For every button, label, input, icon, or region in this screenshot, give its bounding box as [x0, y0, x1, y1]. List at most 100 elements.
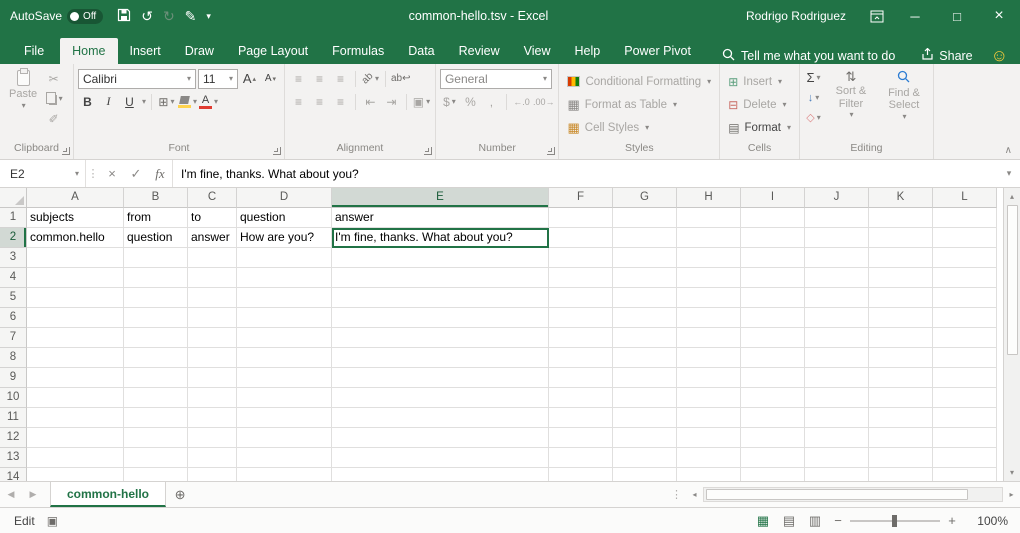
tab-help[interactable]: Help	[563, 38, 613, 64]
insert-function-button[interactable]: fx	[148, 160, 172, 187]
clear-button[interactable]: ◇▾	[804, 108, 823, 127]
cell-B14[interactable]	[124, 468, 188, 481]
cell-F14[interactable]	[549, 468, 613, 481]
cell-D6[interactable]	[237, 308, 332, 328]
cell-I13[interactable]	[741, 448, 805, 468]
shrink-font-button[interactable]: A▾	[261, 69, 280, 88]
cell-B12[interactable]	[124, 428, 188, 448]
cell-K6[interactable]	[869, 308, 933, 328]
cell-K7[interactable]	[869, 328, 933, 348]
zoom-level[interactable]: 100%	[962, 514, 1008, 528]
row-header-7[interactable]: 7	[0, 328, 27, 348]
cell-C13[interactable]	[188, 448, 237, 468]
cell-C3[interactable]	[188, 248, 237, 268]
macro-record-icon[interactable]: ▣	[47, 514, 58, 528]
copy-button[interactable]: ▾	[44, 89, 63, 108]
vertical-scroll-thumb[interactable]	[1007, 205, 1018, 355]
sheet-nav-left-icon[interactable]: ◀	[0, 489, 22, 500]
cell-A5[interactable]	[27, 288, 124, 308]
cell-G1[interactable]	[613, 208, 677, 228]
cell-H11[interactable]	[677, 408, 741, 428]
horizontal-scrollbar[interactable]: ◂ ▸	[686, 482, 1020, 507]
align-right-button[interactable]: ≡	[331, 92, 350, 111]
cell-C7[interactable]	[188, 328, 237, 348]
cell-K2[interactable]	[869, 228, 933, 248]
cell-A8[interactable]	[27, 348, 124, 368]
cell-J2[interactable]	[805, 228, 869, 248]
cell-C14[interactable]	[188, 468, 237, 481]
cell-A3[interactable]	[27, 248, 124, 268]
scroll-down-icon[interactable]: ▾	[1004, 464, 1020, 481]
align-top-button[interactable]: ≡	[289, 69, 308, 88]
cell-E13[interactable]	[332, 448, 549, 468]
cell-L4[interactable]	[933, 268, 997, 288]
cell-L3[interactable]	[933, 248, 997, 268]
sheet-tab-common-hello[interactable]: common-hello	[50, 482, 166, 507]
cell-L8[interactable]	[933, 348, 997, 368]
clipboard-dialog-launcher-icon[interactable]	[62, 147, 70, 155]
tab-home[interactable]: Home	[60, 38, 117, 64]
cell-B9[interactable]	[124, 368, 188, 388]
italic-button[interactable]: I	[99, 92, 118, 111]
maximize-button[interactable]: □	[936, 0, 978, 32]
tell-me-search[interactable]: Tell me what you want to do	[722, 48, 895, 64]
cell-F12[interactable]	[549, 428, 613, 448]
cell-B1[interactable]: from	[124, 208, 188, 228]
ribbon-display-options-icon[interactable]	[860, 0, 894, 32]
row-header-1[interactable]: 1	[0, 208, 27, 228]
new-sheet-button[interactable]: ⊕	[166, 487, 194, 503]
cell-F7[interactable]	[549, 328, 613, 348]
cell-B6[interactable]	[124, 308, 188, 328]
cell-K1[interactable]	[869, 208, 933, 228]
column-header-J[interactable]: J	[805, 188, 869, 208]
cell-D10[interactable]	[237, 388, 332, 408]
tab-data[interactable]: Data	[396, 38, 446, 64]
wrap-text-button[interactable]: ab↩	[391, 69, 411, 88]
column-header-A[interactable]: A	[27, 188, 124, 208]
cell-A6[interactable]	[27, 308, 124, 328]
cell-H3[interactable]	[677, 248, 741, 268]
cell-E8[interactable]	[332, 348, 549, 368]
cell-D3[interactable]	[237, 248, 332, 268]
name-box[interactable]: E2 ▾	[0, 160, 86, 187]
align-left-button[interactable]: ≡	[289, 92, 308, 111]
underline-button[interactable]: U	[120, 92, 139, 111]
cell-L2[interactable]	[933, 228, 997, 248]
cell-I6[interactable]	[741, 308, 805, 328]
cell-G10[interactable]	[613, 388, 677, 408]
page-break-view-button[interactable]: ▥	[802, 513, 828, 529]
cell-G11[interactable]	[613, 408, 677, 428]
cell-C5[interactable]	[188, 288, 237, 308]
row-header-6[interactable]: 6	[0, 308, 27, 328]
cell-A14[interactable]	[27, 468, 124, 481]
font-size-select[interactable]: 11 ▾	[198, 69, 238, 89]
cell-H13[interactable]	[677, 448, 741, 468]
cell-J11[interactable]	[805, 408, 869, 428]
cell-J9[interactable]	[805, 368, 869, 388]
row-header-12[interactable]: 12	[0, 428, 27, 448]
cell-K14[interactable]	[869, 468, 933, 481]
tab-view[interactable]: View	[512, 38, 563, 64]
cell-G6[interactable]	[613, 308, 677, 328]
cell-I10[interactable]	[741, 388, 805, 408]
cell-B4[interactable]	[124, 268, 188, 288]
column-header-C[interactable]: C	[188, 188, 237, 208]
user-name[interactable]: Rodrigo Rodriguez	[746, 9, 846, 23]
cell-I5[interactable]	[741, 288, 805, 308]
column-header-F[interactable]: F	[549, 188, 613, 208]
cell-E12[interactable]	[332, 428, 549, 448]
grow-font-button[interactable]: A▴	[240, 69, 259, 88]
cell-E5[interactable]	[332, 288, 549, 308]
undo-icon[interactable]: ↺	[141, 8, 153, 25]
formula-input[interactable]: I'm fine, thanks. What about you?	[172, 160, 998, 187]
cell-F4[interactable]	[549, 268, 613, 288]
cell-K5[interactable]	[869, 288, 933, 308]
share-button[interactable]: Share	[921, 48, 972, 64]
number-format-select[interactable]: General ▾	[440, 69, 552, 89]
orientation-button[interactable]: ab▾	[361, 69, 380, 88]
font-dialog-launcher-icon[interactable]	[273, 147, 281, 155]
cell-D5[interactable]	[237, 288, 332, 308]
column-header-B[interactable]: B	[124, 188, 188, 208]
percent-style-button[interactable]: %	[461, 92, 480, 111]
cell-H10[interactable]	[677, 388, 741, 408]
